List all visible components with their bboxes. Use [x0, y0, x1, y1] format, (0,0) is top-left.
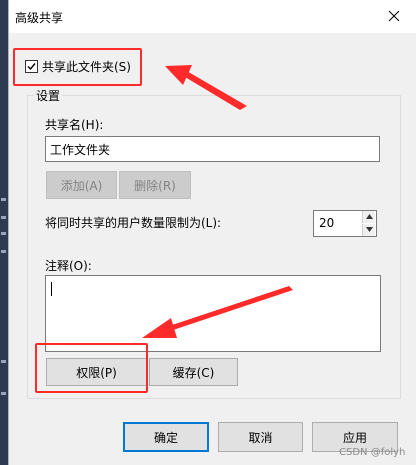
arrow-to-permissions-button: [142, 286, 293, 338]
arrow-to-share-checkbox: [165, 65, 247, 110]
annotation-arrows: [142, 65, 293, 338]
